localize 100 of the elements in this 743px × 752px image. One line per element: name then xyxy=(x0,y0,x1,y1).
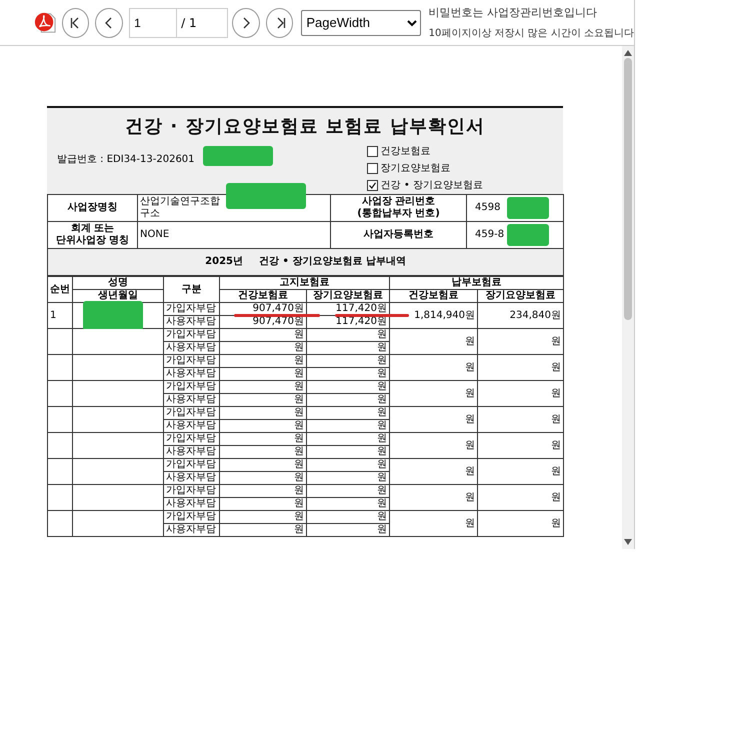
table-cell: 원 xyxy=(306,368,390,380)
column-header: 건강보험료 xyxy=(390,290,478,302)
table-cell xyxy=(48,432,72,458)
table-cell: 원 xyxy=(306,394,390,406)
table-cell: 원 xyxy=(390,484,478,510)
table-cell: 원 xyxy=(220,458,306,472)
table-cell: 사용자부담 xyxy=(164,524,220,536)
table-cell: 원 xyxy=(220,342,306,354)
table-cell: 원 xyxy=(390,432,478,458)
table-cell: 사용자부담 xyxy=(164,394,220,406)
table-cell: 원 xyxy=(306,524,390,536)
page-field[interactable]: 1 / 1 xyxy=(129,8,228,38)
table-cell xyxy=(48,484,72,510)
field-value: 4598 xyxy=(466,194,564,222)
table-cell: 사용자부담 xyxy=(164,342,220,354)
field-value: NONE xyxy=(138,222,330,248)
scroll-down-icon[interactable] xyxy=(624,539,632,545)
table-cell: 원 xyxy=(306,420,390,432)
table-cell: 사용자부담 xyxy=(164,420,220,432)
zoom-select[interactable]: PageWidth xyxy=(301,10,421,36)
field-label: 사업장명칭 xyxy=(48,194,138,222)
table-cell: 원 xyxy=(390,380,478,406)
table-cell: 원 xyxy=(306,472,390,484)
column-header: 고지보험료 xyxy=(220,276,390,290)
table-cell: 원 xyxy=(306,406,390,420)
checkbox[interactable] xyxy=(366,162,378,174)
table-cell: 가입자부담 xyxy=(164,484,220,498)
column-header: 구분 xyxy=(164,276,220,302)
table-cell: 원 xyxy=(306,328,390,342)
table-cell xyxy=(48,406,72,432)
table-cell: 1 xyxy=(48,302,72,328)
table-cell: 1,814,940원 xyxy=(390,302,478,328)
table-cell: 원 xyxy=(306,510,390,524)
scrollbar[interactable] xyxy=(622,46,634,549)
table-cell: 원 xyxy=(220,328,306,342)
checkbox[interactable] xyxy=(366,146,378,156)
notice-text: 비밀번호는 사업장관리번호입니다 xyxy=(428,5,598,20)
table-cell: 가입자부담 xyxy=(164,406,220,420)
last-page-button[interactable] xyxy=(266,8,294,38)
table-cell: 사용자부담 xyxy=(164,472,220,484)
field-label: 사업자등록번호 xyxy=(330,222,466,248)
document-title: 건강 · 장기요양보험료 보험료 납부확인서 xyxy=(124,115,486,138)
table-cell: 원 xyxy=(390,406,478,432)
next-page-button[interactable] xyxy=(232,8,260,38)
table-cell: 원 xyxy=(478,458,564,484)
previous-page-button[interactable] xyxy=(95,8,124,38)
column-header: 장기요양보험료 xyxy=(306,290,390,302)
table-cell: 원 xyxy=(390,510,478,536)
field-label: 회계 또는 단위사업장 명칭 xyxy=(48,222,138,248)
table-cell: 가입자부담 xyxy=(164,510,220,524)
table-cell: 원 xyxy=(220,446,306,458)
section-heading: 2025년 건강 • 장기요양보험료 납부내역 xyxy=(48,248,564,276)
table-cell: 가입자부담 xyxy=(164,328,220,342)
table-cell: 원 xyxy=(220,368,306,380)
table-cell: 원 xyxy=(306,484,390,498)
table-cell: 원 xyxy=(220,498,306,510)
table-cell: 사용자부담 xyxy=(164,446,220,458)
column-header: 납부보험료 xyxy=(390,276,564,290)
page-total: / 1 xyxy=(180,14,198,32)
table-cell xyxy=(48,510,72,536)
table-cell: 원 xyxy=(306,458,390,472)
table-cell: 원 xyxy=(478,432,564,458)
table-cell: 원 xyxy=(478,406,564,432)
table-cell: 원 xyxy=(220,432,306,446)
table-cell: 가입자부담 xyxy=(164,380,220,394)
checkbox-label: 장기요양보험료 xyxy=(380,162,451,175)
table-cell: 원 xyxy=(220,472,306,484)
table-cell: 원 xyxy=(390,354,478,380)
table-cell xyxy=(48,354,72,380)
table-cell: 원 xyxy=(220,380,306,394)
table-cell: 사용자부담 xyxy=(164,498,220,510)
table-cell: 원 xyxy=(306,354,390,368)
table-cell: 원 xyxy=(220,524,306,536)
checkbox-label: 건강 • 장기요양보험료 xyxy=(380,179,483,192)
table-cell: 가입자부담 xyxy=(164,354,220,368)
table-cell: 원 xyxy=(220,406,306,420)
table-cell: 원 xyxy=(390,328,478,354)
checkbox-label: 건강보험료 xyxy=(380,145,431,158)
table-cell: 원 xyxy=(220,394,306,406)
table-cell: 원 xyxy=(478,354,564,380)
column-header: 성명 xyxy=(72,276,164,290)
table-cell xyxy=(48,328,72,354)
table-cell: 원 xyxy=(306,342,390,354)
issue-number: 발급번호 : EDI34-13-202601 xyxy=(57,154,195,165)
column-header: 장기요양보험료 xyxy=(478,290,564,302)
table-cell: 원 xyxy=(478,510,564,536)
table-cell: 원 xyxy=(306,432,390,446)
table-cell: 가입자부담 xyxy=(164,302,220,316)
table-cell: 원 xyxy=(220,510,306,524)
first-page-button[interactable] xyxy=(62,8,90,38)
table-cell: 원 xyxy=(220,484,306,498)
scroll-up-icon[interactable] xyxy=(624,50,632,56)
table-cell: 원 xyxy=(306,380,390,394)
checkbox[interactable] xyxy=(366,180,378,190)
table-cell: 원 xyxy=(306,498,390,510)
table-cell: 가입자부담 xyxy=(164,458,220,472)
table-cell: 원 xyxy=(306,446,390,458)
table-cell: 원 xyxy=(220,420,306,432)
scrollbar-thumb[interactable] xyxy=(624,58,632,320)
table-cell: 가입자부담 xyxy=(164,432,220,446)
